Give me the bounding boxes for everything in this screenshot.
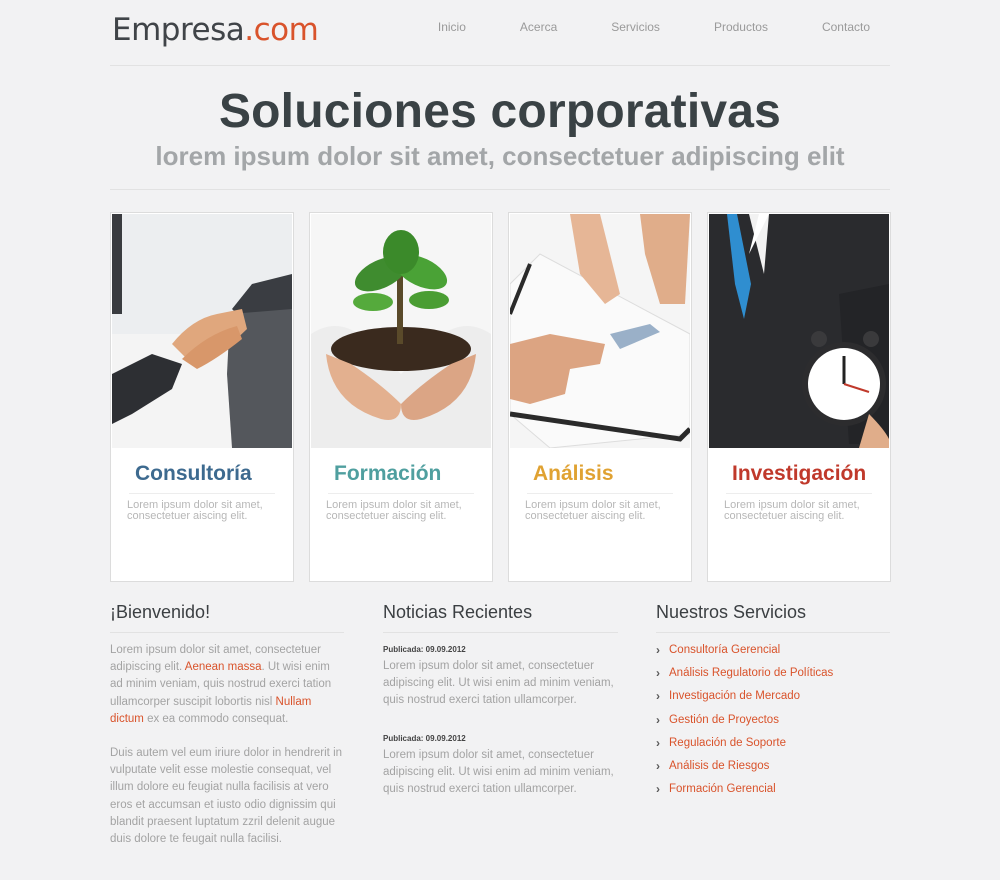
card-formacion[interactable]: Formación Lorem ipsum dolor sit amet, co… — [309, 212, 493, 582]
news-text[interactable]: Lorem ipsum dolor sit amet, consectetuer… — [383, 747, 618, 799]
nav-acerca[interactable]: Acerca — [520, 20, 557, 34]
businessman-with-clock-image — [709, 214, 889, 448]
card-divider — [328, 493, 474, 494]
chevron-right-icon: › — [656, 712, 660, 727]
service-label: Análisis de Riesgos — [669, 759, 770, 772]
site-logo[interactable]: Empresa.com — [112, 12, 319, 48]
service-label: Consultoría Gerencial — [669, 644, 781, 656]
aenean-massa-link[interactable]: Aenean massa — [185, 661, 262, 673]
service-link[interactable]: › Gestión de Proyectos — [656, 709, 890, 732]
card-title: Formación — [334, 462, 442, 485]
main-nav: Inicio Acerca Servicios Productos Contac… — [384, 20, 870, 34]
news-text[interactable]: Lorem ipsum dolor sit amet, consectetuer… — [383, 658, 618, 710]
logo-text-domain: .com — [244, 12, 319, 48]
news-date: Publicada: 09.09.2012 — [383, 733, 466, 743]
chevron-right-icon: › — [656, 758, 660, 773]
service-link[interactable]: › Investigación de Mercado — [656, 685, 890, 708]
chevron-right-icon: › — [656, 735, 660, 750]
hands-with-documents-image — [510, 214, 690, 448]
card-divider — [129, 493, 275, 494]
nav-contacto[interactable]: Contacto — [822, 20, 870, 34]
feature-cards: Consultoría Lorem ipsum dolor sit amet, … — [110, 212, 892, 584]
service-link[interactable]: › Análisis de Riesgos — [656, 755, 890, 778]
card-consultoria[interactable]: Consultoría Lorem ipsum dolor sit amet, … — [110, 212, 294, 582]
card-title: Consultoría — [135, 462, 252, 485]
chevron-right-icon: › — [656, 643, 660, 657]
site-header: Empresa.com Inicio Acerca Servicios Prod… — [110, 0, 890, 66]
service-label: Investigación de Mercado — [669, 690, 801, 703]
card-divider — [527, 493, 673, 494]
service-link[interactable]: › Formación Gerencial — [656, 778, 890, 801]
services-heading: Nuestros Servicios — [656, 602, 890, 633]
news-section: Noticias Recientes Publicada: 09.09.2012… — [383, 602, 618, 798]
service-link[interactable]: › Análisis Regulatorio de Políticas — [656, 662, 890, 685]
hero-title: Soluciones corporativas — [218, 85, 782, 138]
card-title: Análisis — [533, 462, 614, 485]
news-date: Publicada: 09.09.2012 — [383, 645, 466, 654]
card-analisis[interactable]: Análisis Lorem ipsum dolor sit amet, con… — [508, 212, 692, 582]
nav-servicios[interactable]: Servicios — [611, 20, 660, 34]
service-label: Regulación de Soporte — [669, 736, 786, 749]
welcome-section: ¡Bienvenido! Lorem ipsum dolor sit amet,… — [110, 602, 344, 848]
hero-subtitle: lorem ipsum dolor sit amet, consectetuer… — [155, 141, 845, 171]
nav-productos[interactable]: Productos — [714, 20, 768, 34]
service-link[interactable]: › Consultoría Gerencial — [656, 639, 890, 662]
chevron-right-icon: › — [656, 666, 660, 681]
logo-text-main: Empresa — [112, 12, 245, 48]
welcome-text: ex ea commodo consequat. — [143, 712, 289, 725]
welcome-paragraph-2: Duis autem vel eum iriure dolor in hendr… — [110, 747, 343, 846]
chevron-right-icon: › — [656, 782, 660, 797]
plant-in-hands-image — [311, 214, 491, 448]
card-text: Lorem ipsum dolor sit amet, consectetuer… — [127, 499, 263, 522]
services-section: Nuestros Servicios › Consultoría Gerencia… — [656, 602, 890, 801]
card-investigacion[interactable]: Investigación Lorem ipsum dolor sit amet… — [707, 212, 891, 582]
service-label: Formación Gerencial — [669, 783, 776, 796]
welcome-paragraph-1: Lorem ipsum dolor sit amet, consectetuer… — [110, 642, 344, 728]
handshake-image — [112, 214, 292, 448]
card-text: Lorem ipsum dolor sit amet, consectetuer… — [326, 499, 462, 522]
card-divider — [726, 493, 872, 494]
hero-banner: Soluciones corporativas lorem ipsum dolo… — [110, 66, 890, 190]
card-text: Lorem ipsum dolor sit amet, consectetuer… — [724, 499, 860, 522]
services-list: › Consultoría Gerencial › Análisis Regulat… — [656, 639, 890, 801]
service-label: Gestión de Proyectos — [669, 713, 779, 726]
service-link[interactable]: › Regulación de Soporte — [656, 732, 890, 755]
welcome-heading: ¡Bienvenido! — [110, 602, 344, 633]
news-heading: Noticias Recientes — [383, 602, 618, 633]
chevron-right-icon: › — [656, 689, 660, 704]
nav-inicio[interactable]: Inicio — [438, 20, 466, 34]
card-title: Investigación — [732, 462, 867, 485]
card-text: Lorem ipsum dolor sit amet, consectetuer… — [525, 499, 661, 522]
service-label: Análisis Regulatorio de Políticas — [669, 667, 834, 680]
